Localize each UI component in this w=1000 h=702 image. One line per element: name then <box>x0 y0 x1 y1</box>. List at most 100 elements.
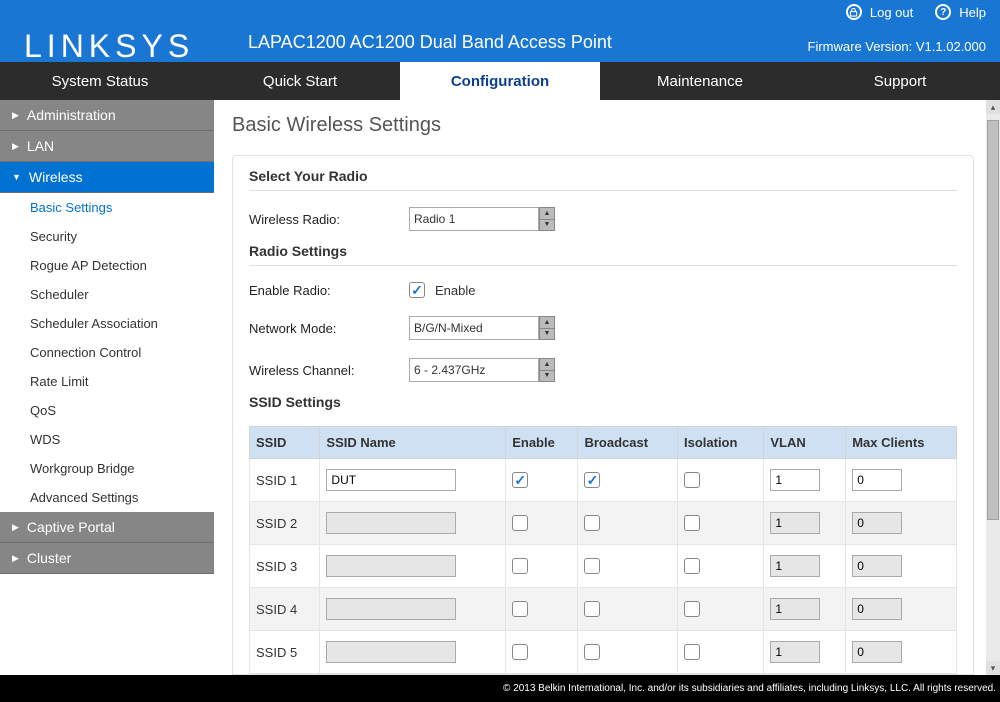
sidebar-section-label: LAN <box>27 138 54 154</box>
ssid-isolation-checkbox[interactable] <box>684 558 700 574</box>
column-max-clients: Max Clients <box>846 427 957 459</box>
network-mode-stepper[interactable]: ▲▼ <box>539 316 555 340</box>
sidebar-item-basic-settings[interactable]: Basic Settings <box>0 193 214 222</box>
wireless-channel-select[interactable]: 6 - 2.437GHz <box>409 358 539 382</box>
content: Basic Wireless Settings Select Your Radi… <box>214 100 1000 675</box>
sidebar-section-captive-portal[interactable]: ▶Captive Portal <box>0 512 214 543</box>
table-row: SSID 4 <box>250 588 957 631</box>
chevron-right-icon: ▶ <box>12 553 19 564</box>
ssid-isolation-checkbox[interactable] <box>684 644 700 660</box>
ssid-enable-checkbox[interactable] <box>512 515 528 531</box>
ssid-maxclients-input[interactable] <box>852 598 902 620</box>
chevron-right-icon: ▶ <box>12 110 19 121</box>
ssid-maxclients-input[interactable] <box>852 555 902 577</box>
column-broadcast: Broadcast <box>578 427 678 459</box>
tab-quick-start[interactable]: Quick Start <box>200 62 400 100</box>
network-mode-label: Network Mode: <box>249 321 409 336</box>
header: LINKSYS LAPAC1200 AC1200 Dual Band Acces… <box>0 0 1000 62</box>
column-vlan: VLAN <box>764 427 846 459</box>
chevron-right-icon: ▶ <box>12 141 19 152</box>
ssid-id: SSID 1 <box>250 459 320 502</box>
ssid-maxclients-input[interactable] <box>852 512 902 534</box>
ssid-name-input[interactable] <box>326 598 456 620</box>
ssid-maxclients-input[interactable] <box>852 469 902 491</box>
enable-radio-checkbox[interactable] <box>409 282 425 298</box>
ssid-maxclients-input[interactable] <box>852 641 902 663</box>
column-ssid: SSID <box>250 427 320 459</box>
product-name: LAPAC1200 AC1200 Dual Band Access Point <box>248 32 612 53</box>
sidebar-section-label: Captive Portal <box>27 519 115 535</box>
ssid-isolation-checkbox[interactable] <box>684 472 700 488</box>
ssid-isolation-checkbox[interactable] <box>684 515 700 531</box>
scroll-down-icon[interactable]: ▾ <box>986 661 1000 675</box>
ssid-name-input[interactable] <box>326 555 456 577</box>
ssid-broadcast-checkbox[interactable] <box>584 644 600 660</box>
wireless-channel-stepper[interactable]: ▲▼ <box>539 358 555 382</box>
tab-system-status[interactable]: System Status <box>0 62 200 100</box>
sidebar-item-rogue-ap-detection[interactable]: Rogue AP Detection <box>0 251 214 280</box>
sidebar-item-qos[interactable]: QoS <box>0 396 214 425</box>
logout-link[interactable]: Log out <box>870 5 913 20</box>
wireless-radio-label: Wireless Radio: <box>249 212 409 227</box>
tab-configuration[interactable]: Configuration <box>400 62 600 100</box>
ssid-enable-checkbox[interactable] <box>512 558 528 574</box>
ssid-table: SSIDSSID NameEnableBroadcastIsolationVLA… <box>249 426 957 674</box>
sidebar-item-scheduler[interactable]: Scheduler <box>0 280 214 309</box>
lock-icon <box>846 4 862 20</box>
ssid-name-input[interactable] <box>326 512 456 534</box>
ssid-broadcast-checkbox[interactable] <box>584 472 600 488</box>
tab-support[interactable]: Support <box>800 62 1000 100</box>
ssid-broadcast-checkbox[interactable] <box>584 515 600 531</box>
ssid-id: SSID 2 <box>250 502 320 545</box>
select-radio-heading: Select Your Radio <box>249 168 957 191</box>
ssid-broadcast-checkbox[interactable] <box>584 601 600 617</box>
sidebar-section-administration[interactable]: ▶ Administration <box>0 100 214 131</box>
sidebar-item-security[interactable]: Security <box>0 222 214 251</box>
tab-maintenance[interactable]: Maintenance <box>600 62 800 100</box>
ssid-enable-checkbox[interactable] <box>512 472 528 488</box>
ssid-id: SSID 5 <box>250 631 320 674</box>
sidebar-section-label: Cluster <box>27 550 71 566</box>
sidebar-item-workgroup-bridge[interactable]: Workgroup Bridge <box>0 454 214 483</box>
ssid-isolation-checkbox[interactable] <box>684 601 700 617</box>
ssid-vlan-input[interactable] <box>770 555 820 577</box>
help-link[interactable]: Help <box>959 5 986 20</box>
sidebar: ▶ Administration ▶ LAN ▼WirelessBasic Settin… <box>0 100 214 675</box>
table-row: SSID 5 <box>250 631 957 674</box>
sidebar-section-label: Administration <box>27 107 116 123</box>
sidebar-section-lan[interactable]: ▶ LAN <box>0 131 214 162</box>
ssid-name-input[interactable] <box>326 641 456 663</box>
sidebar-item-scheduler-association[interactable]: Scheduler Association <box>0 309 214 338</box>
ssid-vlan-input[interactable] <box>770 512 820 534</box>
sidebar-item-advanced-settings[interactable]: Advanced Settings <box>0 483 214 512</box>
sidebar-section-label: Wireless <box>29 169 83 185</box>
sidebar-item-connection-control[interactable]: Connection Control <box>0 338 214 367</box>
ssid-vlan-input[interactable] <box>770 598 820 620</box>
scrollbar[interactable]: ▴ ▾ <box>986 100 1000 675</box>
network-mode-select[interactable]: B/G/N-Mixed <box>409 316 539 340</box>
header-actions: Log out ? Help <box>846 4 986 20</box>
sidebar-section-wireless[interactable]: ▼Wireless <box>0 162 214 193</box>
column-enable: Enable <box>506 427 578 459</box>
ssid-vlan-input[interactable] <box>770 641 820 663</box>
wireless-radio-stepper[interactable]: ▲▼ <box>539 207 555 231</box>
ssid-enable-checkbox[interactable] <box>512 644 528 660</box>
ssid-settings-heading: SSID Settings <box>249 394 957 416</box>
wireless-radio-select[interactable]: Radio 1 <box>409 207 539 231</box>
ssid-id: SSID 4 <box>250 588 320 631</box>
wireless-channel-label: Wireless Channel: <box>249 363 409 378</box>
sidebar-item-rate-limit[interactable]: Rate Limit <box>0 367 214 396</box>
scroll-up-icon[interactable]: ▴ <box>986 100 1000 114</box>
column-isolation: Isolation <box>677 427 763 459</box>
scroll-thumb[interactable] <box>987 120 999 520</box>
ssid-enable-checkbox[interactable] <box>512 601 528 617</box>
enable-radio-text: Enable <box>435 283 475 298</box>
ssid-name-input[interactable] <box>326 469 456 491</box>
ssid-vlan-input[interactable] <box>770 469 820 491</box>
help-icon: ? <box>935 4 951 20</box>
ssid-broadcast-checkbox[interactable] <box>584 558 600 574</box>
firmware-version: Firmware Version: V1.1.02.000 <box>808 39 986 54</box>
sidebar-item-wds[interactable]: WDS <box>0 425 214 454</box>
sidebar-section-cluster[interactable]: ▶ Cluster <box>0 543 214 574</box>
page-title: Basic Wireless Settings <box>232 114 974 137</box>
